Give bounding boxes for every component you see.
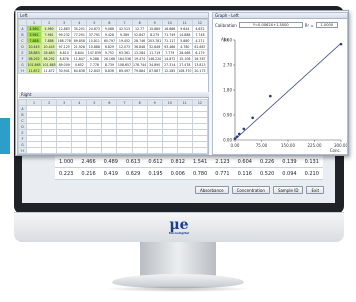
table-cell[interactable]: 84.838 [71, 67, 88, 74]
table-cell[interactable] [71, 147, 88, 154]
table-cell: 0.216 [81, 170, 96, 177]
table-cell: 0.139 [282, 158, 297, 165]
table-cell[interactable]: 108.370 [176, 67, 193, 74]
y-tick-label: 0.90 [223, 112, 232, 117]
table-cell[interactable]: 8.836 [101, 67, 118, 74]
row-header: H [18, 147, 27, 154]
table-cell: 0.612 [148, 158, 163, 165]
trend-line [234, 43, 342, 140]
logo-subtext: Microdigital [168, 231, 190, 235]
monitor-scene: 1.000 2.466 0.489 0.613 0.612 0.812 1.54… [0, 0, 356, 302]
table-cell: 0.116 [237, 170, 252, 177]
table-row: H 11.872 11.872 30.941 84.838 12.843 8.836 89.4… [18, 67, 209, 74]
table-row: H [18, 147, 209, 154]
table-cell: 0.419 [103, 170, 118, 177]
left-plate-pane: Left 1 2 3 4 5 6 7 8 9 10 11 12 A 4.960 4.960 12.883 35.… [17, 12, 209, 155]
r2-field[interactable]: 1.0000 [315, 22, 338, 28]
table-cell: 0.131 [304, 158, 319, 165]
y-tick-label: 2.70 [223, 62, 232, 67]
data-point [237, 132, 241, 136]
y-tick-label: 0.00 [223, 137, 232, 142]
sample-id-button[interactable]: Sample ID [272, 186, 304, 194]
brand-logo: μe Microdigital [166, 218, 192, 237]
table-cell[interactable]: 79.884 [131, 67, 148, 74]
concentration-button[interactable]: Concentration [231, 186, 270, 194]
table-cell: 2.123 [215, 158, 230, 165]
data-popup-window: Left 1 2 3 4 5 6 7 8 9 10 11 12 A 4.960 4.960 12.883 35.… [15, 10, 349, 156]
x-tick-label: 75.00 [256, 143, 268, 148]
absorbance-button[interactable]: Absorbance [195, 186, 229, 194]
calibration-label: Calibration [215, 22, 237, 28]
table-row: 0.223 0.216 0.419 0.629 0.195 0.006 0.78… [55, 168, 323, 180]
equation-field[interactable]: Y=0.0062X+1.5000 [238, 22, 303, 28]
data-point [251, 116, 254, 120]
table-cell[interactable] [86, 147, 103, 154]
table-cell: 0.195 [148, 170, 163, 177]
calibration-pane: Graph - Left Calibration Y=0.0062X+1.500… [212, 12, 348, 155]
x-tick-label: 225.00 [308, 143, 322, 148]
y-tick-label: 1.80 [223, 87, 232, 92]
stand-shadow [104, 286, 252, 292]
table-cell[interactable] [131, 147, 148, 154]
table-cell[interactable]: 89.497 [116, 67, 133, 74]
table-cell[interactable]: 30.941 [56, 67, 73, 74]
data-point [233, 137, 237, 140]
table-cell[interactable]: 20.175 [191, 67, 209, 74]
table-cell: 0.629 [125, 170, 141, 177]
table-cell: 0.226 [259, 158, 275, 165]
table-cell: 0.780 [192, 170, 208, 177]
table-cell[interactable]: 11.872 [41, 67, 58, 74]
table-cell: 0.094 [282, 170, 297, 177]
table-cell[interactable] [56, 147, 73, 154]
table-cell[interactable] [41, 147, 58, 154]
side-accent-tab [0, 118, 10, 154]
calibration-chart: 0.000.901.802.703.600.00 75.00 150.00 225.0… [221, 37, 347, 153]
table-cell: 0.520 [259, 170, 275, 177]
r2-label: R² = [304, 22, 314, 28]
x-tick-label: 0.00 [231, 143, 240, 148]
graph-title: Graph - Left [213, 13, 347, 19]
row-header: H [18, 67, 27, 74]
table-cell: 0.604 [237, 158, 252, 165]
table-cell: 0.223 [59, 170, 74, 177]
table-cell: 0.812 [170, 158, 185, 165]
right-plate-grid: 1 2 3 4 5 6 7 8 9 10 11 12 A B C D E F G H [18, 99, 209, 154]
table-cell[interactable] [101, 147, 118, 154]
table-cell[interactable] [161, 147, 178, 154]
table-cell: 0.210 [304, 170, 319, 177]
table-cell[interactable]: 87.887 [146, 67, 163, 74]
calibration-header: Calibration Y=0.0062X+1.5000 R² = 1.0000 [215, 21, 347, 29]
table-cell: 2.466 [81, 158, 96, 165]
table-row: 1.000 2.466 0.489 0.613 0.612 0.812 1.54… [55, 156, 323, 168]
table-cell: 0.006 [170, 170, 185, 177]
exit-button[interactable]: Exit [306, 186, 325, 194]
data-point [242, 127, 246, 131]
results-table: 1.000 2.466 0.489 0.613 0.612 0.812 1.54… [55, 156, 323, 180]
x-tick-label: 150.00 [281, 143, 295, 148]
table-cell[interactable]: 11.872 [25, 67, 43, 74]
right-pane-title: Right [19, 92, 209, 98]
action-buttons: Absorbance Concentration Sample ID Exit [195, 186, 325, 194]
table-cell: 0.771 [215, 170, 230, 177]
y-axis-unit: Abs [221, 37, 228, 42]
x-axis-unit: Conc. [330, 148, 341, 153]
table-cell[interactable] [146, 147, 163, 154]
table-cell: 0.489 [103, 158, 118, 165]
monitor-stand-neck [140, 242, 216, 278]
table-cell[interactable] [176, 147, 193, 154]
table-cell[interactable] [116, 147, 133, 154]
table-cell[interactable]: 12.285 [161, 67, 178, 74]
table-cell[interactable] [25, 147, 43, 154]
data-point [269, 94, 272, 98]
table-cell[interactable] [191, 147, 209, 154]
table-cell[interactable]: 12.843 [86, 67, 103, 74]
table-cell: 1.541 [192, 158, 208, 165]
table-cell: 0.613 [125, 158, 141, 165]
data-point [339, 42, 343, 46]
left-plate-grid: 1 2 3 4 5 6 7 8 9 10 11 12 A 4.960 4.960 12.883 35.201 24… [18, 19, 209, 74]
table-cell: 1.000 [59, 158, 74, 165]
data-point [235, 135, 239, 138]
